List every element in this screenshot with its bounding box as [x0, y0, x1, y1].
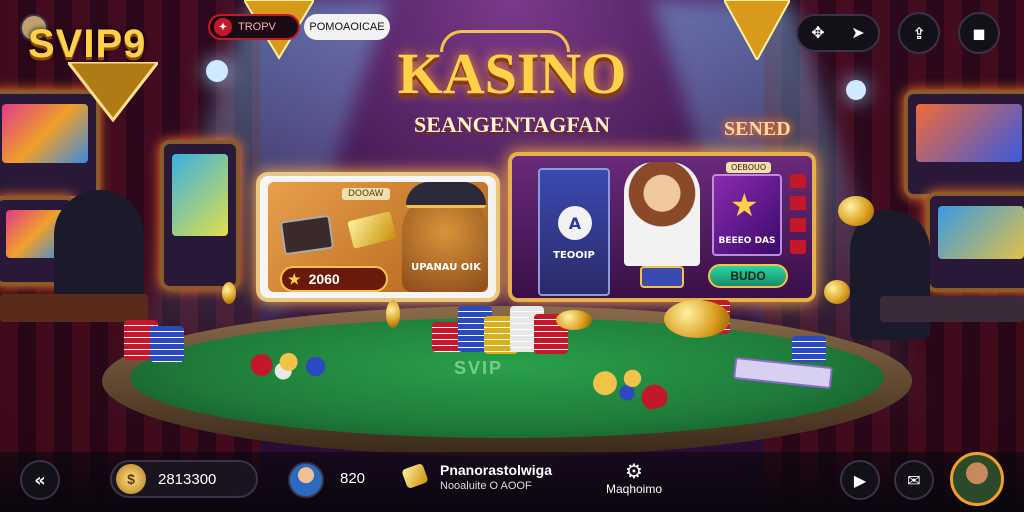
tag-label: POMOAOICAE: [309, 21, 385, 33]
promo-action-button[interactable]: BUDO: [708, 264, 788, 288]
balance-pill[interactable]: $ 2813300: [110, 460, 258, 498]
settings-label: Maqhoimo: [605, 482, 663, 496]
promo-card-left[interactable]: DOOAW ★ 2060 UPANAU OIK: [256, 172, 500, 302]
character-portrait: [624, 162, 700, 266]
gold-coin: [222, 282, 236, 304]
chat-icon: ✉: [907, 470, 921, 490]
page-subtitle: SEANGENTAGFAN: [414, 112, 610, 137]
user-avatar-button[interactable]: [950, 452, 1004, 506]
promo-text-line2: Nooaluite O AOOF: [440, 480, 532, 492]
side-icons: [790, 174, 806, 254]
label-top: OEBOUO: [726, 162, 772, 173]
slot-machine: [926, 192, 1024, 292]
star-icon: ★: [288, 270, 301, 287]
promo-action-label: BUDO: [730, 269, 766, 283]
player-avatar[interactable]: [288, 462, 324, 498]
game-tile-left[interactable]: A TEOOIP: [538, 168, 610, 296]
settings-item[interactable]: ⚙ Maqhoimo: [600, 460, 668, 496]
badge-icon: ✦: [214, 18, 232, 36]
score-value: 820: [340, 470, 366, 487]
promo-text[interactable]: Pnanorastolwiga Nooaluite O AOOF: [440, 462, 552, 494]
tile-label: TEOOIP: [553, 250, 595, 261]
mascot-text: UPANAU OIK: [411, 262, 481, 273]
gold-coin: [386, 300, 400, 328]
tile-right-label: BEEEO DAS: [718, 236, 776, 246]
felt-logo: SVIP: [454, 358, 504, 378]
double-chevron-left-icon: «: [34, 469, 46, 491]
badge-chip[interactable]: ✦ TROPV: [208, 14, 300, 40]
chip-pile: [240, 350, 348, 380]
gold-bag-icon: $: [116, 464, 146, 494]
promo-amount: 2060: [308, 271, 340, 287]
slot-machine: [160, 140, 240, 290]
tile-badge: [640, 266, 684, 288]
stage-light: [206, 60, 228, 82]
menu-button[interactable]: ◼: [958, 12, 1000, 54]
play-button[interactable]: ▶: [840, 460, 880, 500]
logo: SVIP9: [28, 22, 198, 122]
play-icon: ▶: [853, 470, 867, 490]
gold-coin: [556, 310, 592, 330]
spade-icon: A: [558, 206, 592, 240]
side-table: [880, 296, 1024, 322]
slot-machine: [904, 90, 1024, 198]
gold-coin: [838, 196, 874, 226]
logo-text: SVIP9: [28, 22, 147, 66]
mascot-cap: [406, 182, 486, 208]
page-title: KASINO: [397, 41, 627, 106]
logo-shield-icon: [68, 62, 158, 122]
puzzle-icon[interactable]: ✥: [811, 23, 824, 43]
top-action-group[interactable]: ✥ ➤: [796, 14, 880, 52]
game-tile-right[interactable]: ★ BEEEO DAS: [712, 174, 782, 256]
promo-label: DOOAW: [342, 188, 390, 200]
upload-icon: ⇪: [912, 23, 926, 43]
promo-text-line1: Pnanorastolwiga: [440, 462, 553, 478]
neon-sign: SENED: [724, 118, 791, 140]
back-button[interactable]: «: [20, 460, 60, 500]
gold-coin: [664, 300, 730, 338]
tag-chip[interactable]: POMOAOICAE: [304, 14, 390, 40]
chip-pile: [572, 364, 682, 412]
chat-button[interactable]: ✉: [894, 460, 934, 500]
gold-coin: [824, 280, 850, 304]
upload-button[interactable]: ⇪: [898, 12, 940, 54]
side-table: [0, 294, 148, 322]
gear-icon: ⚙: [625, 459, 643, 483]
balance-value: 2813300: [158, 470, 217, 488]
hanging-decoration: [724, 0, 790, 60]
promo-amount-pill[interactable]: ★ 2060: [280, 266, 388, 292]
promo-card-right[interactable]: A TEOOIP OEBOUO ★ BEEEO DAS BUDO: [508, 152, 816, 302]
badge-label: TROPV: [238, 21, 276, 33]
stage-light: [846, 80, 866, 100]
chip-stack: [150, 326, 184, 362]
menu-icon: ◼: [972, 23, 986, 43]
play-arrow-icon[interactable]: ➤: [851, 23, 864, 43]
chip-stack: [792, 336, 826, 362]
lightning-star-icon: ★: [730, 186, 759, 224]
chest-icon: [279, 214, 335, 256]
